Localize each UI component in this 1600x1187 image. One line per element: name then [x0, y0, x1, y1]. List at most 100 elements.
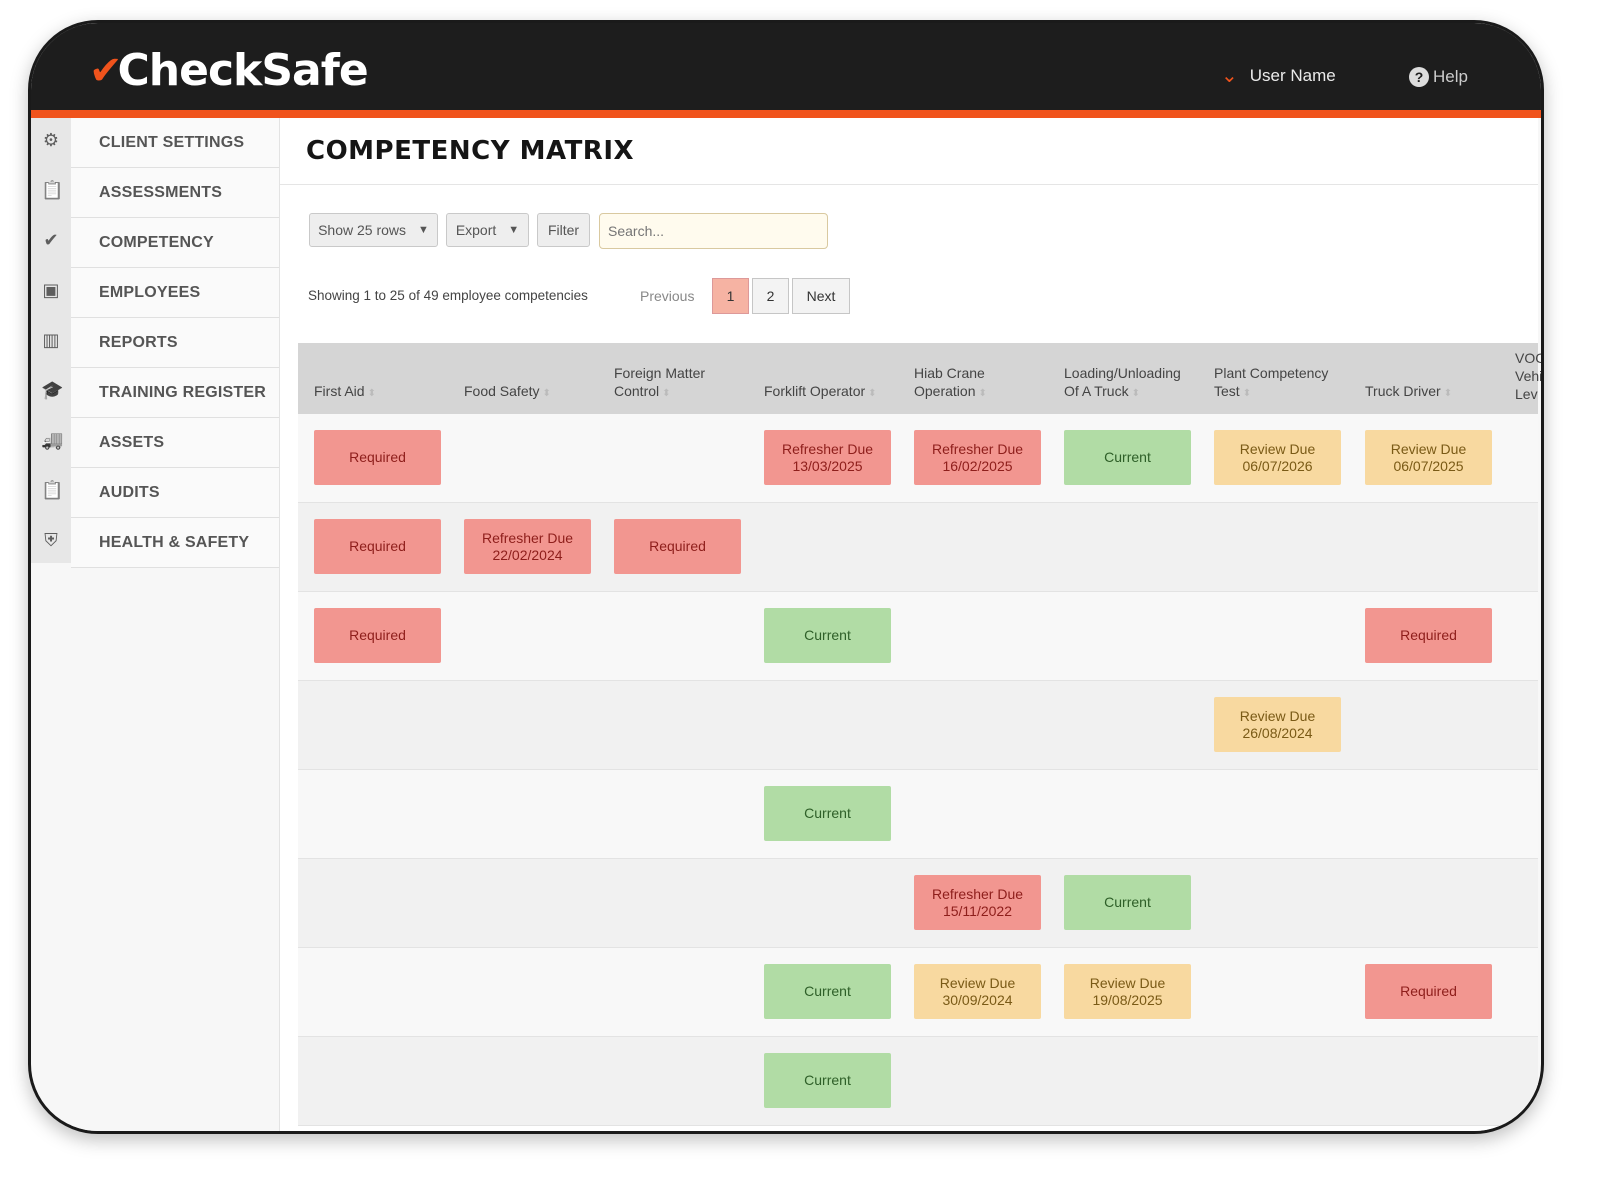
table-row: Required Refresher Due 22/02/2024 Required — [298, 503, 1538, 592]
status-badge[interactable]: Review Due 19/08/2025 — [1064, 964, 1191, 1019]
sidebar-item-competency[interactable]: COMPETENCY — [71, 218, 279, 268]
logo[interactable]: ✔ CheckSafe — [89, 45, 369, 96]
sidebar-item-label: EMPLOYEES — [99, 283, 201, 301]
column-header[interactable]: Hiab Crane Operation ⬍ — [914, 364, 987, 403]
sort-icon: ⬍ — [662, 388, 671, 399]
show-rows-select[interactable]: Show 25 rows ▼ — [309, 213, 438, 247]
clipboard-icon: 📋 — [41, 180, 64, 200]
column-header[interactable]: First Aid ⬍ — [314, 382, 376, 403]
sort-icon: ⬍ — [1443, 388, 1453, 399]
sort-icon: ⬍ — [868, 388, 877, 399]
status-badge[interactable]: Refresher Due 16/02/2025 — [914, 430, 1041, 485]
page-button-2[interactable]: 2 — [752, 278, 789, 314]
column-header[interactable]: Loading/Unloading Of A Truck ⬍ — [1064, 364, 1181, 403]
column-header-label: Forklift Operator — [764, 383, 866, 399]
status-badge[interactable]: Refresher Due 22/02/2024 — [464, 519, 591, 574]
status-badge[interactable]: Current — [764, 1053, 891, 1108]
sort-icon: ⬍ — [1131, 388, 1140, 399]
user-menu[interactable]: ⌄ User Name — [1221, 63, 1336, 88]
sidebar-item-label: AUDITS — [99, 483, 160, 501]
sidebar-item-label: ASSETS — [99, 433, 165, 451]
column-header[interactable]: Truck Driver ⬍ — [1365, 382, 1452, 403]
status-badge[interactable]: Current — [764, 608, 891, 663]
clipboard-icon: 📋 — [41, 480, 64, 500]
top-bar: ✔ CheckSafe ⌄ User Name ? Help — [31, 23, 1541, 118]
status-badge[interactable]: Refresher Due 15/11/2022 — [914, 875, 1041, 930]
sidebar-item-audits[interactable]: AUDITS — [71, 468, 279, 518]
table-row: Required Refresher Due 13/03/2025 Refreshe… — [298, 414, 1538, 503]
status-badge[interactable]: Review Due 26/08/2024 — [1214, 697, 1341, 752]
column-header-label: Loading/Unloading Of A Truck — [1064, 365, 1181, 399]
caret-down-icon: ▼ — [508, 224, 520, 236]
sidebar-item-employees[interactable]: EMPLOYEES — [71, 268, 279, 318]
export-label: Export — [455, 222, 497, 238]
column-header[interactable]: VOC Vehi Lev — [1515, 349, 1544, 403]
sidebar-item-label: TRAINING REGISTER — [99, 383, 266, 401]
column-header[interactable]: Food Safety ⬍ — [464, 382, 551, 403]
help-label: Help — [1433, 67, 1468, 86]
contact-card-icon: ▣ — [42, 280, 60, 300]
sort-icon: ⬍ — [367, 388, 376, 399]
pagination-info: Showing 1 to 25 of 49 employee competenc… — [308, 288, 588, 303]
column-header[interactable]: Forklift Operator ⬍ — [764, 382, 877, 403]
status-badge[interactable]: Required — [314, 608, 441, 663]
table-row: Current — [298, 770, 1538, 859]
sidebar-item-health-safety[interactable]: HEALTH & SAFETY — [71, 518, 279, 568]
status-badge[interactable]: Review Due 06/07/2025 — [1365, 430, 1492, 485]
table-row: Required Current Required — [298, 592, 1538, 681]
previous-button[interactable]: Previous — [640, 288, 694, 304]
sidebar-item-label: HEALTH & SAFETY — [99, 533, 250, 551]
filter-label: Filter — [547, 222, 580, 238]
status-badge[interactable]: Current — [764, 964, 891, 1019]
status-badge[interactable]: Refresher Due 13/03/2025 — [764, 430, 891, 485]
status-badge[interactable]: Review Due 30/09/2024 — [914, 964, 1041, 1019]
status-badge[interactable]: Current — [764, 786, 891, 841]
status-badge[interactable]: Required — [1365, 608, 1492, 663]
sidebar-item-reports[interactable]: REPORTS — [71, 318, 279, 368]
app-window: ✔ CheckSafe ⌄ User Name ? Help ⚙ 📋 ✔ ▣ ▥ 🎓 🚚 📋 ⛨… — [28, 20, 1544, 1134]
export-button[interactable]: Export ▼ — [446, 213, 529, 247]
status-badge[interactable]: Required — [314, 519, 441, 574]
next-button[interactable]: Next — [792, 278, 850, 314]
column-header-label: Food Safety — [464, 383, 540, 399]
sidebar-item-training-register[interactable]: TRAINING REGISTER — [71, 368, 279, 418]
search-input[interactable] — [599, 213, 828, 249]
title-bar: COMPETENCY MATRIX — [280, 118, 1538, 185]
truck-icon: 🚚 — [41, 430, 64, 450]
logo-text: CheckSafe — [117, 45, 369, 96]
status-badge[interactable]: Review Due 06/07/2026 — [1214, 430, 1341, 485]
question-icon: ? — [1409, 67, 1429, 87]
status-badge[interactable]: Required — [314, 430, 441, 485]
graduation-cap-icon: 🎓 — [41, 380, 64, 400]
sort-icon: ⬍ — [542, 388, 551, 399]
status-badge[interactable]: Current — [1064, 875, 1191, 930]
column-header-label: VOC Vehi Lev — [1515, 350, 1544, 402]
filter-button[interactable]: Filter — [537, 213, 590, 247]
competency-table: First Aid ⬍ Food Safety ⬍ Foreign Matter Con… — [298, 343, 1541, 1126]
sidebar-item-label: CLIENT SETTINGS — [99, 133, 245, 151]
column-header-label: Hiab Crane Operation — [914, 365, 985, 399]
column-header[interactable]: Plant Competency Test ⬍ — [1214, 364, 1328, 403]
column-header-label: First Aid — [314, 383, 365, 399]
table-body: Required Refresher Due 13/03/2025 Refreshe… — [298, 414, 1538, 1126]
shield-icon: ⛨ — [44, 530, 58, 550]
status-badge[interactable]: Required — [1365, 964, 1492, 1019]
help-link[interactable]: ? Help — [1409, 67, 1468, 87]
page-button-1[interactable]: 1 — [712, 278, 749, 314]
sort-icon: ⬍ — [978, 388, 987, 399]
column-header[interactable]: Foreign Matter Control ⬍ — [614, 364, 705, 403]
sidebar-item-assessments[interactable]: ASSESSMENTS — [71, 168, 279, 218]
sort-icon: ⬍ — [1242, 388, 1252, 399]
table-row: Refresher Due 15/11/2022 Current — [298, 859, 1538, 948]
column-header-label: Plant Competency Test — [1214, 365, 1329, 399]
status-badge[interactable]: Current — [1064, 430, 1191, 485]
sidebar: CLIENT SETTINGS ASSESSMENTS COMPETENCY EMPL… — [71, 118, 280, 1131]
sidebar-item-label: REPORTS — [99, 333, 178, 351]
status-badge[interactable]: Required — [614, 519, 741, 574]
table-row: Current Review Due 30/09/2024 Review Due 1… — [298, 948, 1538, 1037]
user-name: User Name — [1249, 65, 1336, 85]
table-row: Current — [298, 1037, 1538, 1126]
sidebar-item-assets[interactable]: ASSETS — [71, 418, 279, 468]
page-title: COMPETENCY MATRIX — [306, 136, 635, 166]
sidebar-item-client-settings[interactable]: CLIENT SETTINGS — [71, 118, 279, 168]
